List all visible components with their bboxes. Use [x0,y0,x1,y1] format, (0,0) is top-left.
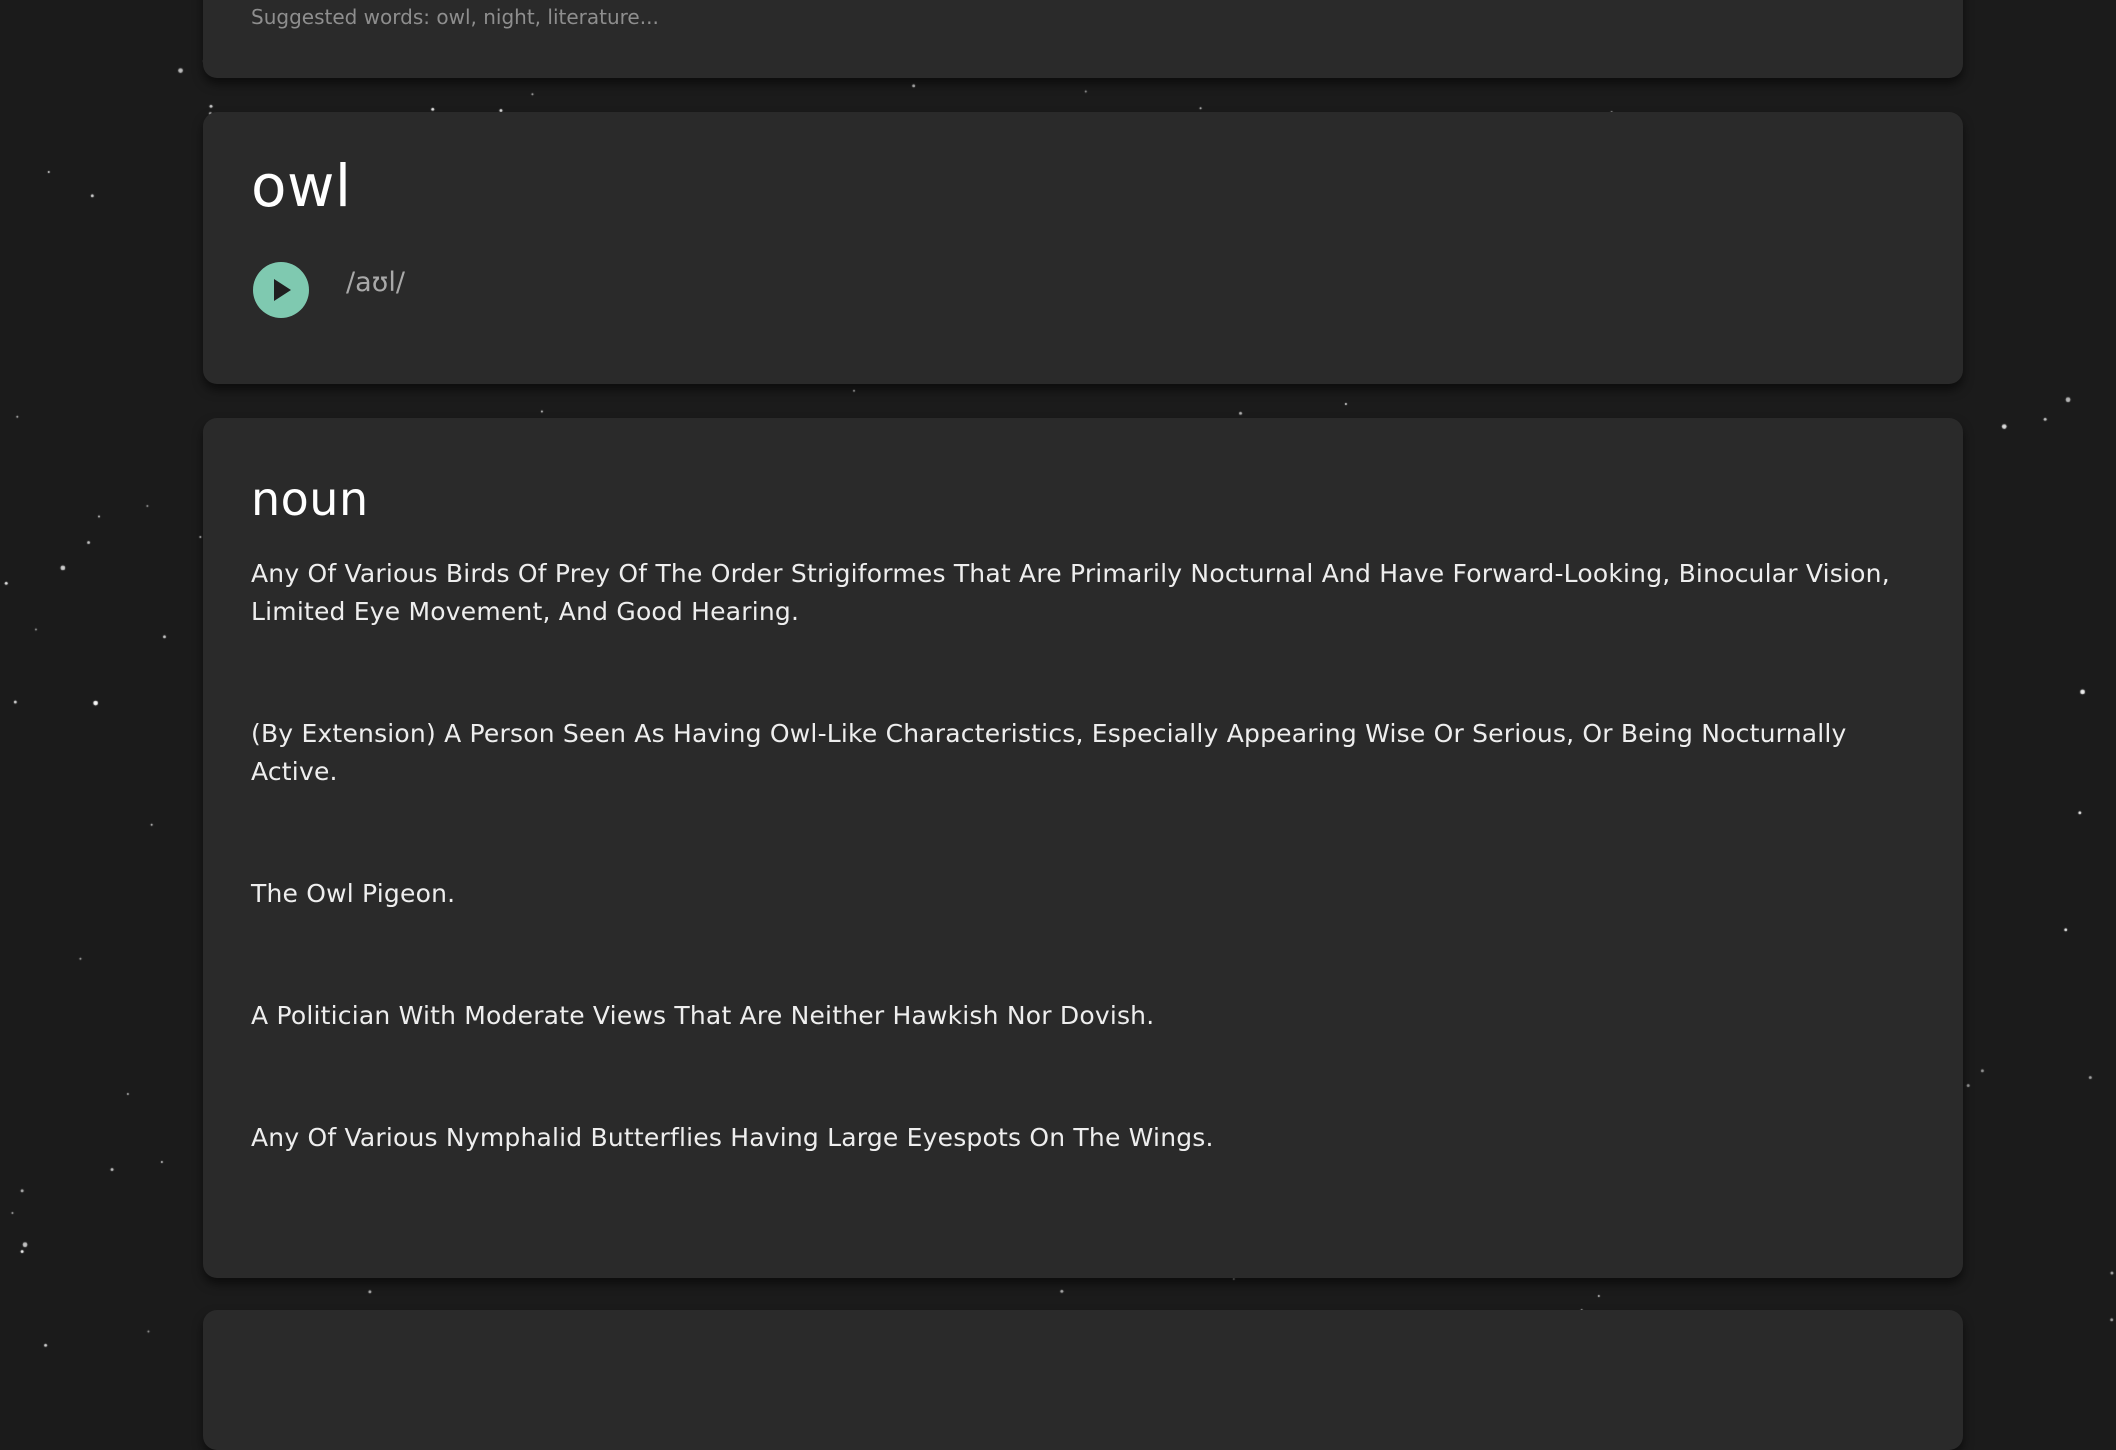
definition-item: A Politician With Moderate Views That Ar… [251,1001,1155,1030]
play-icon [274,279,291,301]
part-of-speech-heading: noun [251,472,369,526]
suggested-words-hint: Suggested words: owl, night, literature.… [251,5,659,29]
search-card: Suggested words: owl, night, literature.… [203,0,1963,78]
meaning-card-next [203,1310,1963,1450]
play-pronunciation-button[interactable] [253,262,309,318]
word-title: owl [251,152,352,220]
definition-item: (By Extension) A Person Seen As Having O… [251,719,1847,786]
phonetic-text: /aʊl/ [346,267,405,298]
word-card: owl /aʊl/ [203,112,1963,384]
definition-item: Any Of Various Birds Of Prey Of The Orde… [251,559,1890,626]
definition-item: The Owl Pigeon. [251,879,456,908]
definition-item: Any Of Various Nymphalid Butterflies Hav… [251,1123,1214,1152]
meaning-card-noun: noun Any Of Various Birds Of Prey Of The… [203,418,1963,1278]
